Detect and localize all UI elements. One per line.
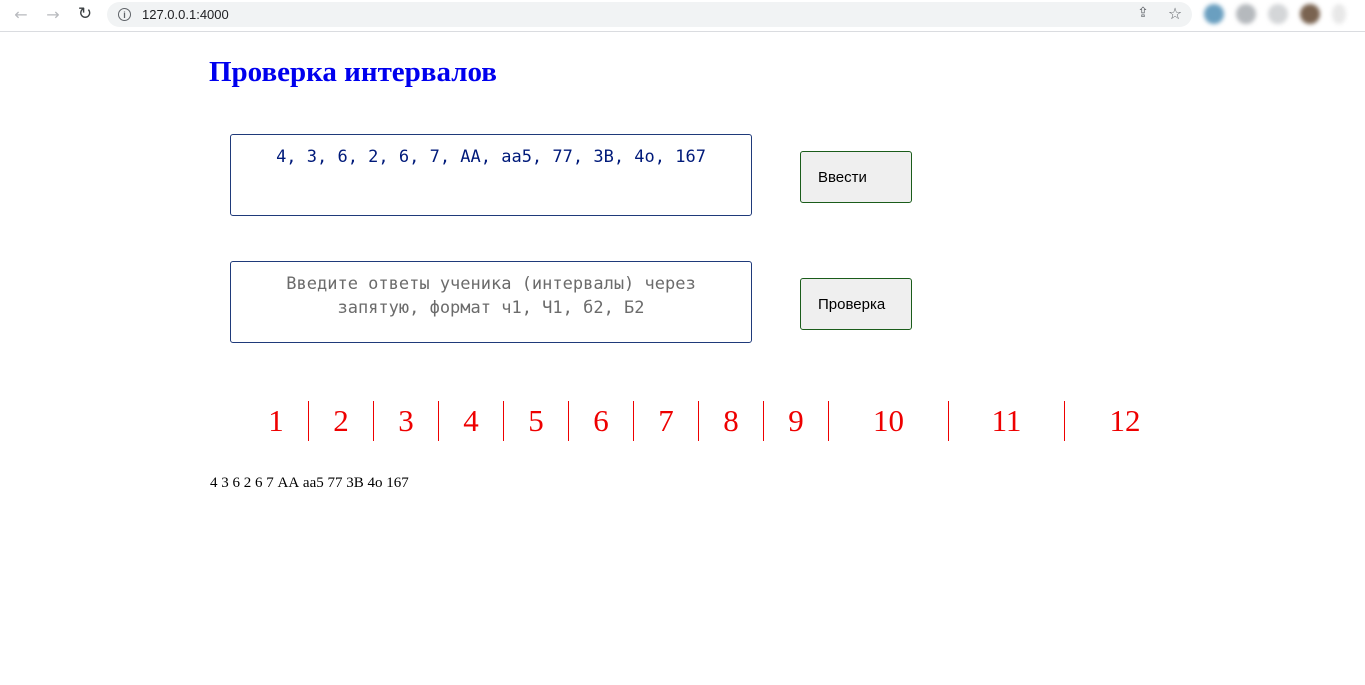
arrow-left-icon[interactable]: ← bbox=[9, 4, 33, 24]
interval-number: 2 bbox=[309, 401, 374, 441]
arrow-right-icon[interactable]: → bbox=[41, 4, 65, 24]
interval-number: 8 bbox=[699, 401, 764, 441]
interval-number: 5 bbox=[504, 401, 569, 441]
browser-toolbar: ← → ↻ i 127.0.0.1:4000 ⇪ ☆ bbox=[0, 0, 1365, 32]
extension-icon[interactable] bbox=[1204, 4, 1224, 24]
extension-icon[interactable] bbox=[1236, 4, 1256, 24]
intervals-input[interactable] bbox=[230, 134, 752, 216]
interval-number-row: 1 2 3 4 5 6 7 8 9 10 11 12 bbox=[244, 401, 1185, 441]
star-icon[interactable]: ☆ bbox=[1166, 4, 1184, 23]
answers-input[interactable] bbox=[230, 261, 752, 343]
page-title: Проверка интервалов bbox=[209, 56, 497, 88]
interval-number: 1 bbox=[244, 401, 309, 441]
parsed-intervals-output: 4 3 6 2 6 7 АА аа5 77 3В 4о 167 bbox=[210, 475, 409, 491]
interval-number: 11 bbox=[949, 401, 1065, 441]
interval-number: 3 bbox=[374, 401, 439, 441]
share-icon[interactable]: ⇪ bbox=[1134, 4, 1152, 22]
interval-number: 9 bbox=[764, 401, 829, 441]
extension-icon[interactable] bbox=[1268, 4, 1288, 24]
menu-icon[interactable] bbox=[1332, 4, 1346, 24]
check-button[interactable]: Проверка bbox=[800, 278, 912, 330]
interval-number: 4 bbox=[439, 401, 504, 441]
profile-avatar[interactable] bbox=[1300, 4, 1320, 24]
url-text[interactable]: 127.0.0.1:4000 bbox=[142, 7, 229, 22]
reload-icon[interactable]: ↻ bbox=[73, 4, 97, 24]
interval-number: 7 bbox=[634, 401, 699, 441]
enter-button[interactable]: Ввести bbox=[800, 151, 912, 203]
info-icon[interactable]: i bbox=[118, 8, 131, 21]
address-bar[interactable]: i 127.0.0.1:4000 bbox=[107, 2, 1192, 27]
interval-number: 6 bbox=[569, 401, 634, 441]
interval-number: 10 bbox=[829, 401, 949, 441]
interval-number: 12 bbox=[1109, 403, 1141, 438]
